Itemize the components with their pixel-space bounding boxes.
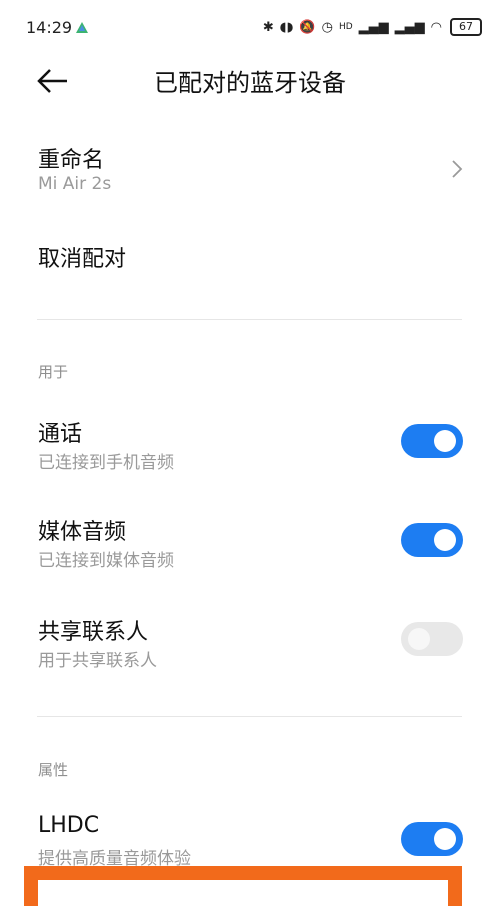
wifi-icon: ◠: [430, 19, 442, 35]
calls-toggle[interactable]: [401, 424, 463, 458]
mute-icon: 🔕: [299, 19, 316, 35]
unpair-button[interactable]: 取消配对: [38, 241, 126, 273]
divider: [37, 716, 462, 717]
chevron-right-icon: [452, 160, 463, 178]
media-audio-title: 媒体音频: [38, 520, 127, 545]
battery-level: 67: [459, 20, 473, 33]
status-icons: ✱ ◖◗ 🔕 ◷ HD ▂▄▆ ▂▄▆ ◠ 67: [263, 18, 482, 36]
page-title: 已配对的蓝牙设备: [154, 69, 346, 97]
toggle-knob: [408, 628, 430, 650]
toggle-knob: [434, 430, 456, 452]
share-contacts-title: 共享联系人: [38, 620, 149, 645]
status-time: 14:29: [26, 18, 73, 37]
lhdc-title: LHDC: [38, 813, 100, 838]
lhdc-toggle[interactable]: [401, 822, 463, 856]
signal-icon-2: ▂▄▆: [394, 19, 425, 35]
toggle-knob: [434, 529, 456, 551]
headphones-icon: ◖◗: [279, 19, 294, 35]
app-notification-icon: [76, 22, 88, 33]
calls-title: 通话: [38, 422, 83, 447]
bluetooth-icon: ✱: [262, 19, 274, 35]
battery-icon: 67: [450, 18, 482, 36]
divider: [37, 319, 462, 320]
media-audio-subtitle: 已连接到媒体音频: [38, 551, 174, 571]
alarm-icon: ◷: [321, 19, 333, 35]
device-name: Mi Air 2s: [38, 174, 112, 194]
highlight-box: [24, 866, 462, 906]
section-label-properties: 属性: [38, 761, 69, 779]
rename-title: 重命名: [38, 148, 105, 173]
section-label-use: 用于: [38, 363, 69, 381]
share-contacts-subtitle: 用于共享联系人: [38, 651, 157, 671]
calls-subtitle: 已连接到手机音频: [38, 453, 174, 473]
media-audio-toggle[interactable]: [401, 523, 463, 557]
share-contacts-toggle[interactable]: [401, 622, 463, 656]
hd-label: HD: [338, 22, 353, 32]
toggle-knob: [434, 828, 456, 850]
signal-icon: ▂▄▆: [358, 19, 389, 35]
